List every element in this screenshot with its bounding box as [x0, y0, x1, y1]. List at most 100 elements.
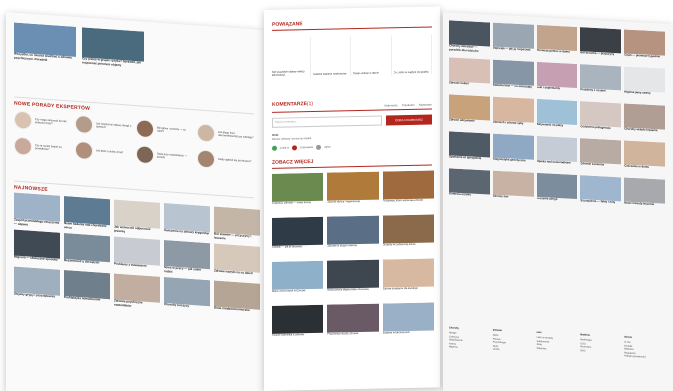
article-card[interactable]: Aktywność na plaży [536, 98, 578, 135]
reaction-label[interactable]: Odpowiedz [300, 146, 313, 149]
article-card[interactable]: Przyprawy, które wspierają zdrowie [382, 170, 434, 211]
article-card[interactable]: Zdrowe śniadanie dla każdego [382, 258, 434, 299]
article-title[interactable]: Badania krwi — co oznaczają [493, 83, 534, 96]
add-comment-button[interactable]: DODAJ KOMENTARZ [386, 114, 432, 126]
expert-question[interactable]: Jak dbać o skórę zimą? [96, 150, 123, 155]
expert-question[interactable]: Dieta przy nadciśnieniu — porady [157, 152, 193, 161]
related-article[interactable]: Nie wszystkie objawy należy lekceważyć [272, 37, 311, 78]
article-title[interactable]: Przyprawy, które wspierają zdrowie [383, 198, 434, 211]
article-title[interactable]: Aktywność na plaży [537, 122, 578, 135]
article-card[interactable]: Choroby tarczycy [164, 277, 210, 313]
article-title[interactable]: Migrena — skuteczne sposoby [14, 255, 60, 263]
article-card[interactable]: Higiena jamy ustnej [624, 66, 665, 102]
article-card[interactable]: Choroby układu krążenia [624, 103, 665, 139]
article-title[interactable]: Zdrowy sen [493, 194, 534, 207]
article-title[interactable]: Mapa zachorowań w Europie [272, 289, 323, 302]
article-title[interactable]: Pierwsza pomoc w domu [537, 48, 578, 61]
article-title[interactable]: Pisanie dziennika a zdrowie [272, 333, 323, 346]
article-card[interactable]: Krajobraz zdrowia — nowe trendy [272, 172, 324, 214]
article-card[interactable]: Badania krwi — co oznaczają [492, 59, 534, 96]
article-card[interactable]: Zdrowie seniorów [580, 138, 622, 174]
article-card[interactable]: Profilaktyka nowotworów [64, 270, 110, 306]
related-article[interactable]: Ostatnie badania naukowców [312, 36, 351, 77]
expert-advice-item[interactable]: Czy mogę stosować ten lek podczas ciąży? [14, 110, 71, 133]
related-article-title[interactable]: Nie wszystkie objawy należy lekceważyć [272, 70, 310, 78]
article-title[interactable]: Pracownicy służby zdrowia [327, 332, 378, 345]
article-title[interactable]: Zdrowe odżywianie [449, 117, 490, 130]
expert-advice-item[interactable]: Jak długo trwa rekonwalescencja po zabie… [197, 123, 254, 145]
article-card[interactable]: Leki i suplementy [536, 61, 578, 98]
expert-question[interactable]: Ból głowy i zawroty — co robić? [157, 126, 193, 135]
article-card[interactable]: Stres w pracy — jak sobie radzić [164, 240, 210, 276]
article-card[interactable]: Spotkania ze specjalistą [449, 131, 490, 167]
article-card[interactable]: Kontrola wzroku [449, 168, 490, 204]
reaction-icon[interactable] [316, 144, 322, 150]
article-title[interactable]: Leczenie alergii [537, 196, 578, 209]
article-card[interactable]: Ćwiczenia na zdrowy kręgosłup [164, 203, 210, 239]
article-title[interactable]: Leki i suplementy [537, 85, 578, 98]
article-title[interactable]: Objawy grypy i przeziębienia [14, 292, 60, 300]
expert-advice-item[interactable]: Kiedy zgłosić się do lekarza? [197, 149, 254, 171]
article-card[interactable]: Bezsenność u dorosłych [64, 233, 110, 269]
article-title[interactable]: Choroby dziecięce — poradnik dla rodzicó… [449, 43, 490, 56]
article-title[interactable]: Choroby układu krążenia [624, 126, 665, 139]
expert-question[interactable]: Jak długo trwa rekonwalescencja po zabie… [218, 131, 254, 140]
expert-advice-item[interactable]: Dieta przy nadciśnieniu — porady [136, 145, 193, 167]
article-card[interactable]: Ból stawów — przyczyny i leczenie [214, 206, 260, 243]
article-card[interactable]: Wszystko, co musisz wiedzieć o zdrowiu p… [14, 22, 76, 65]
article-title[interactable]: Spotkania ze specjalistą [449, 154, 490, 167]
article-card[interactable]: Pisanie dziennika a zdrowie [272, 304, 324, 346]
article-card[interactable]: Depresja — jak ją rozpoznać [492, 22, 534, 59]
article-title[interactable]: Szczepienia — fakty i mity [580, 198, 621, 211]
article-card[interactable]: Nowe metody leczenia [624, 177, 665, 213]
article-card[interactable]: Leczenie alergii [536, 172, 578, 209]
article-card[interactable]: Zespół przewlekłego zmęczenia — objawy [14, 192, 60, 229]
article-title[interactable]: Zespół przewlekłego zmęczenia — objawy [14, 218, 60, 229]
article-card[interactable]: Migrena — skuteczne sposoby [14, 229, 60, 266]
article-title[interactable]: Nowe badania nad chorobami serca [64, 221, 110, 232]
reaction-label[interactable]: Zgłoś [324, 146, 330, 149]
related-article[interactable]: Czego unikać w diecie [353, 35, 392, 77]
article-card[interactable]: Zdrowy sen [492, 170, 534, 207]
comment-sort-tab[interactable]: Najnowsze [384, 103, 398, 107]
article-card[interactable]: Problemy z trawieniem [114, 236, 160, 273]
comment-input[interactable]: Napisz komentarz... [272, 115, 382, 128]
related-article-title[interactable]: Ostatnie badania naukowców [313, 73, 347, 77]
article-card[interactable]: Pracownicy służby zdrowia [327, 303, 379, 345]
footer-link[interactable]: Witaminy [537, 347, 578, 353]
article-title[interactable]: Zdrowie w dużym mieście [327, 244, 378, 257]
article-card[interactable]: Problemy z oczami [580, 64, 622, 100]
article-title[interactable]: Tabletki — jak je stosować [272, 245, 323, 258]
article-title[interactable]: Zdrowe śniadanie dla każdego [383, 286, 434, 299]
reaction-icon[interactable] [272, 145, 277, 151]
article-card[interactable]: Codzienna pielęgnacja [580, 101, 622, 137]
footer-link[interactable]: Migrena [449, 345, 490, 351]
article-card[interactable]: Dieta śródziemnomorska [214, 280, 260, 317]
related-article[interactable]: Co zrobić w nagłym przypadku [393, 34, 432, 76]
article-title[interactable]: Nowe metody leczenia [624, 200, 665, 213]
article-card[interactable]: Objawy grypy i przeziębienia [14, 266, 60, 303]
article-title[interactable]: Opieka nad noworodkiem [537, 159, 578, 172]
article-title[interactable]: Higiena jamy ustnej [624, 89, 665, 102]
article-card[interactable]: Badania w laboratorium [382, 302, 434, 343]
article-card[interactable]: Zdrowie w dużym mieście [327, 215, 379, 257]
article-title[interactable]: Depresja — jak ją rozpoznać [493, 46, 534, 59]
article-title[interactable]: Czy jesteś w grupie ryzyka? Sprawdź, jak… [82, 56, 144, 69]
article-title[interactable]: Ćwiczenia na zdrowy kręgosłup [164, 228, 210, 236]
related-article-title[interactable]: Co zrobić w nagłym przypadku [394, 71, 429, 75]
expert-advice-item[interactable]: Jak rozpoznać objawy alergii u dziecka? [75, 114, 132, 137]
article-card[interactable]: Opieka nad noworodkiem [536, 135, 578, 172]
article-card[interactable]: Diagnostyka genetyczna [492, 133, 534, 170]
footer-link[interactable]: EKG [580, 349, 621, 355]
article-title[interactable]: Nowoczesna diagnostyka obrazowa [327, 288, 378, 301]
expert-advice-item[interactable]: Czy te wyniki badań są prawidłowe? [14, 136, 71, 159]
article-card[interactable]: Ból brzucha — przyczyny [580, 27, 622, 63]
article-title[interactable]: Ból brzucha — przyczyny [580, 50, 621, 63]
comment-sort-tab[interactable]: Najstarsze [419, 102, 432, 106]
comment-sort-tab[interactable]: Popularne [402, 103, 415, 107]
expert-question[interactable]: Kiedy zgłosić się do lekarza? [218, 158, 251, 164]
article-card[interactable]: Pierwsza pomoc w domu [536, 24, 578, 61]
expert-question[interactable]: Jak rozpoznać objawy alergii u dziecka? [96, 122, 132, 131]
article-title[interactable]: Zdrowie kobiet [449, 80, 490, 93]
article-title[interactable]: Problemy z oczami [580, 87, 621, 100]
